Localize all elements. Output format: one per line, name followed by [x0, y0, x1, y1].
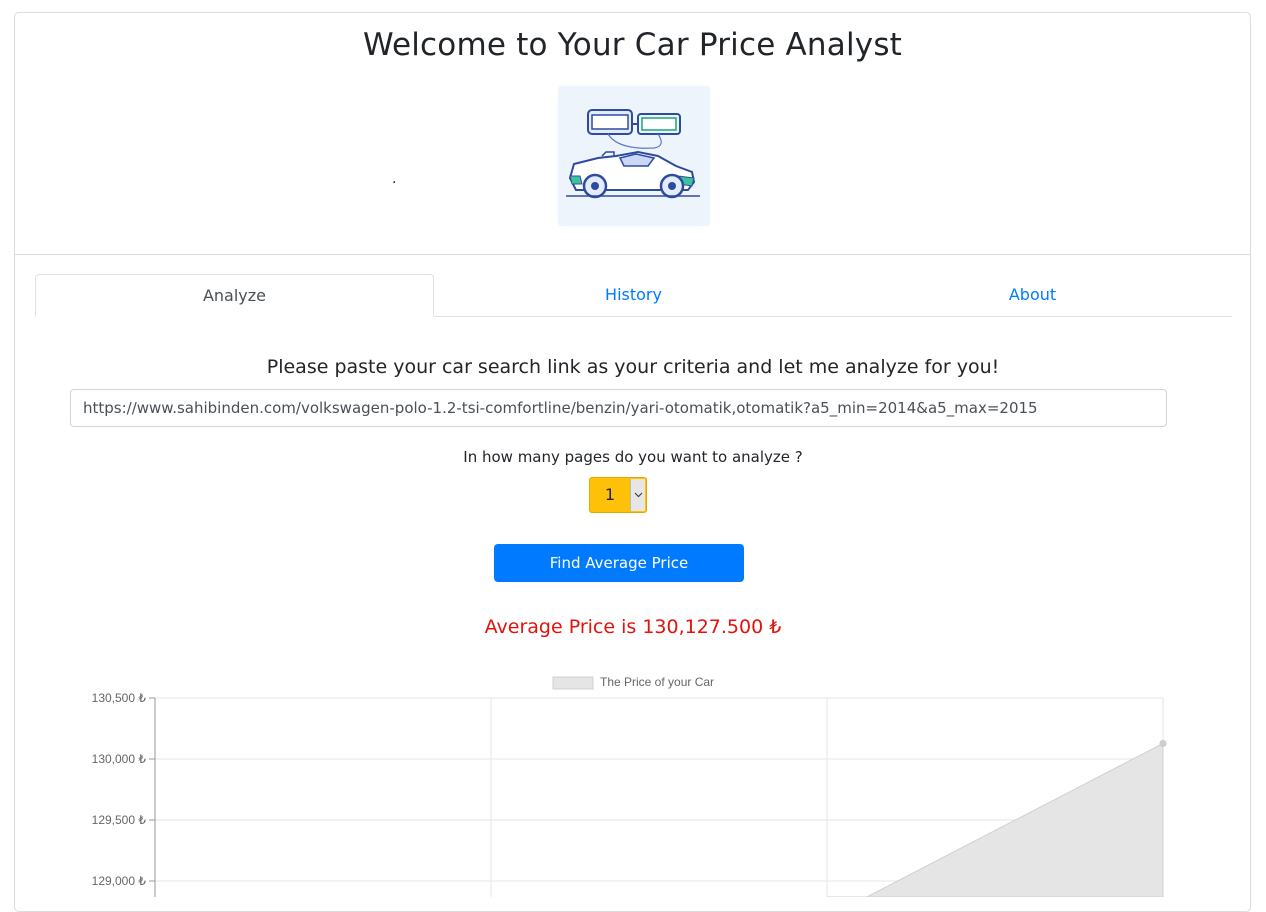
price-chart: The Price of your Car 130,500 ₺ 130,000 ₺ 1…	[92, 675, 1167, 897]
legend-swatch	[552, 676, 594, 690]
y-tick-label: 130,500 ₺	[92, 691, 147, 705]
y-tick-label: 129,000 ₺	[92, 874, 147, 888]
y-tick-label: 130,000 ₺	[92, 752, 147, 766]
legend-label: The Price of your Car	[600, 675, 714, 689]
data-point	[1159, 739, 1167, 747]
y-tick-label: 129,500 ₺	[92, 813, 147, 827]
